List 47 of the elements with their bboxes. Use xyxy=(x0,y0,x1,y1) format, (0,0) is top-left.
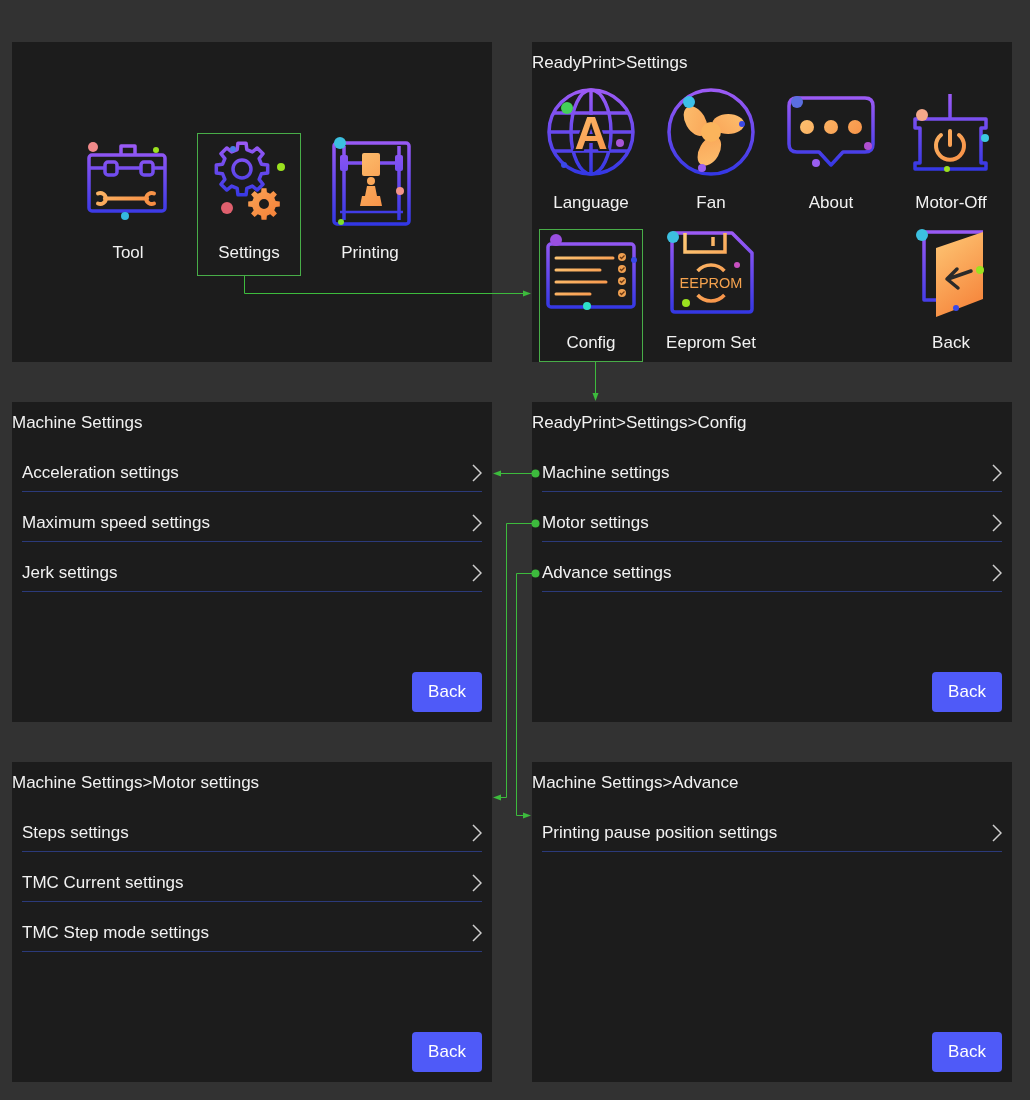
menu-row[interactable]: Jerk settings xyxy=(22,542,482,592)
gears-icon xyxy=(212,140,286,222)
connector-arrow xyxy=(493,469,540,478)
icon-label: EEPROM xyxy=(679,274,743,291)
menu-tile[interactable]: Fan xyxy=(659,89,763,222)
checklist-icon xyxy=(544,233,638,311)
fan-icon xyxy=(666,87,756,177)
menu-row[interactable]: TMC Step mode settings xyxy=(22,902,482,952)
menu-tile[interactable]: Printing xyxy=(318,133,422,276)
screen-title: Machine Settings xyxy=(12,412,143,434)
menu-row[interactable]: Machine settings xyxy=(542,442,1002,492)
back-button[interactable]: Back xyxy=(932,1032,1002,1072)
chevron-icon xyxy=(992,514,1002,532)
chevron-icon xyxy=(472,564,482,582)
power-icon xyxy=(911,91,991,173)
chevron-icon xyxy=(472,924,482,942)
menu-tile[interactable]: Back xyxy=(899,229,1003,362)
screen-title: Machine Settings>Advance xyxy=(532,772,739,794)
connector-arrow xyxy=(592,361,599,401)
menu-tile[interactable]: About xyxy=(779,89,883,222)
screen-title: Machine Settings>Motor settings xyxy=(12,772,260,794)
menu-tile[interactable]: Tool xyxy=(76,133,180,276)
screen-title: ReadyPrint>Settings>Config xyxy=(532,412,747,434)
menu-tile[interactable]: Settings xyxy=(197,133,301,276)
back-button[interactable]: Back xyxy=(412,1032,482,1072)
menu-row[interactable]: Advance settings xyxy=(542,542,1002,592)
menu-row[interactable]: Acceleration settings xyxy=(22,442,482,492)
chevron-icon xyxy=(992,824,1002,842)
menu-tile[interactable]: Motor-Off xyxy=(899,89,1003,222)
chevron-icon xyxy=(472,824,482,842)
chevron-icon xyxy=(992,564,1002,582)
chevron-icon xyxy=(992,464,1002,482)
chevron-icon xyxy=(472,874,482,892)
screen-title: ReadyPrint>Settings xyxy=(532,52,688,74)
chevron-icon xyxy=(472,514,482,532)
menu-row[interactable]: Printing pause position settings xyxy=(542,802,1002,852)
menu-tile[interactable]: EEPROM Eeprom Set xyxy=(659,229,763,362)
toolbox-icon xyxy=(87,141,169,221)
menu-row[interactable]: TMC Current settings xyxy=(22,852,482,902)
menu-tile[interactable]: Config xyxy=(539,229,643,362)
chevron-icon xyxy=(472,464,482,482)
chat-bubble-icon xyxy=(785,94,877,170)
back-button[interactable]: Back xyxy=(412,672,482,712)
menu-row[interactable]: Motor settings xyxy=(542,492,1002,542)
menu-row[interactable]: Maximum speed settings xyxy=(22,492,482,542)
menu-row[interactable]: Steps settings xyxy=(22,802,482,852)
back-button[interactable]: Back xyxy=(932,672,1002,712)
